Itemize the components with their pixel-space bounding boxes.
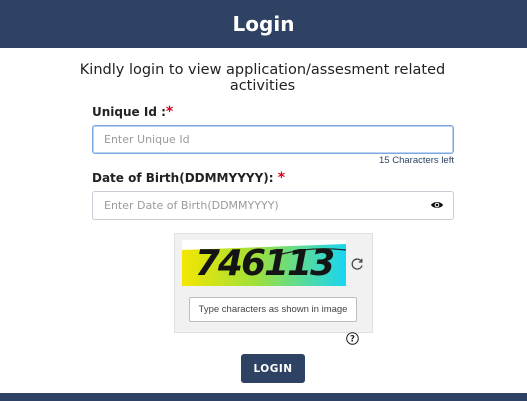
required-marker: *: [277, 170, 286, 186]
dob-input[interactable]: [92, 191, 454, 220]
svg-text:?: ?: [350, 335, 355, 345]
help-icon[interactable]: ?: [346, 332, 359, 345]
chars-left-counter: 15 Characters left: [379, 155, 454, 166]
refresh-icon[interactable]: [350, 257, 364, 271]
page-header: Login: [0, 0, 527, 48]
unique-id-input[interactable]: [92, 125, 454, 154]
captcha-code: 746113: [194, 242, 335, 284]
intro-text: Kindly login to view application/assesme…: [79, 62, 446, 94]
dob-label-text: Date of Birth(DDMMYYYY):: [92, 171, 274, 185]
required-marker: *: [165, 104, 174, 120]
captcha-input[interactable]: [189, 297, 357, 322]
unique-id-label: Unique Id :*: [92, 104, 173, 120]
page-footer: [0, 393, 527, 401]
eye-icon[interactable]: [430, 199, 444, 211]
unique-id-label-text: Unique Id :: [92, 105, 166, 119]
page-title: Login: [232, 12, 295, 36]
login-button[interactable]: LOGIN: [241, 354, 305, 383]
captcha-image: 746113: [182, 240, 346, 286]
dob-label: Date of Birth(DDMMYYYY): *: [92, 170, 285, 186]
